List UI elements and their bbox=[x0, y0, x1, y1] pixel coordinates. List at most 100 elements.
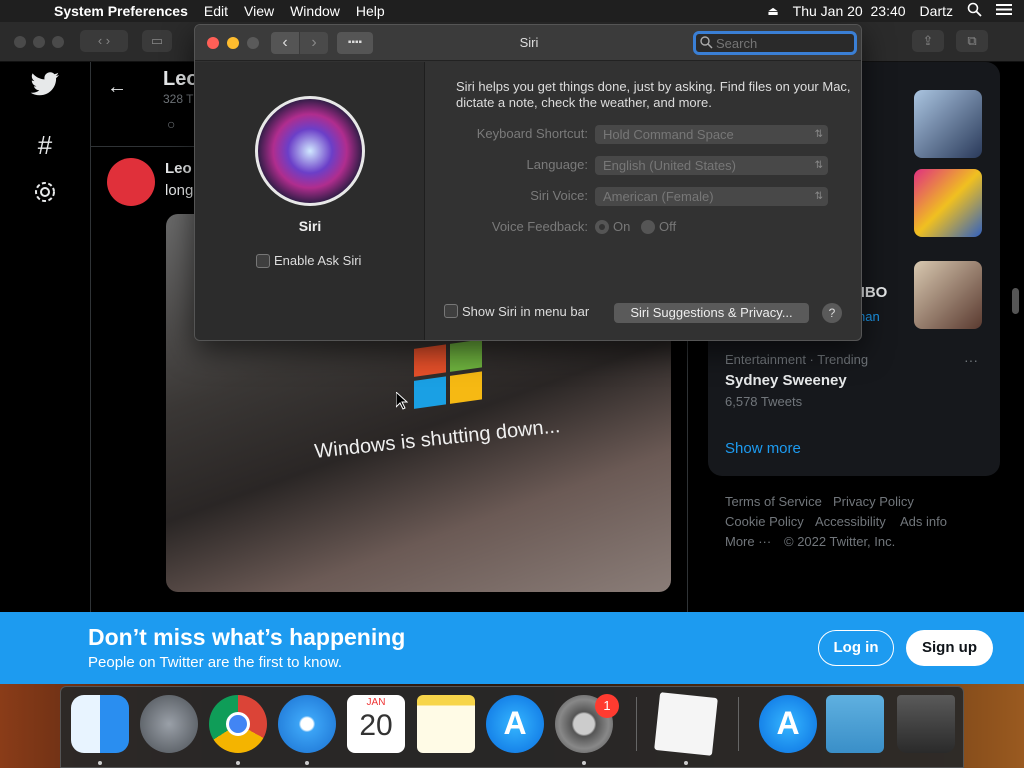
keyboard-shortcut-popup[interactable]: Hold Command Space ⇅ bbox=[595, 125, 828, 144]
dock: JAN 20 A 1 A bbox=[60, 686, 964, 768]
voice-feedback-on-radio[interactable] bbox=[595, 220, 609, 234]
control-center-icon[interactable] bbox=[996, 3, 1012, 19]
popup-chevron-icon: ⇅ bbox=[814, 129, 823, 140]
menu-datetime[interactable]: Thu Jan 20 23:40 bbox=[793, 3, 906, 19]
trend-thumbnail[interactable] bbox=[914, 169, 982, 237]
language-value: English (United States) bbox=[603, 158, 736, 173]
voice-feedback-label: Voice Feedback: bbox=[491, 219, 588, 234]
safari-icon[interactable] bbox=[278, 695, 336, 753]
footer-link[interactable]: Ads info bbox=[900, 514, 947, 529]
running-indicator bbox=[305, 761, 309, 765]
tweet-text: long bbox=[165, 182, 194, 199]
menu-edit[interactable]: Edit bbox=[196, 3, 236, 19]
trend-thumbnail[interactable] bbox=[914, 261, 982, 329]
siri-voice-label: Siri Voice: bbox=[530, 188, 588, 203]
language-popup[interactable]: English (United States) ⇅ bbox=[595, 156, 828, 175]
siri-description: Siri helps you get things done, just by … bbox=[456, 79, 851, 110]
siri-preferences-window: ‹ › ▪▪▪▪ Siri Siri Enable Ask Siri Siri … bbox=[194, 24, 862, 341]
siri-suggestions-privacy-button[interactable]: Siri Suggestions & Privacy... bbox=[614, 303, 809, 323]
popup-chevron-icon: ⇅ bbox=[814, 191, 823, 202]
avatar[interactable] bbox=[107, 158, 155, 206]
pane-title: Siri bbox=[298, 218, 322, 234]
running-indicator bbox=[582, 761, 586, 765]
textedit-icon[interactable] bbox=[654, 692, 718, 756]
notes-icon[interactable] bbox=[417, 695, 475, 753]
footer-link[interactable]: Accessibility bbox=[815, 514, 886, 529]
footer-link[interactable]: Cookie Policy bbox=[725, 514, 804, 529]
banner-subtitle: People on Twitter are the first to know. bbox=[88, 654, 343, 671]
footer-link[interactable]: Terms of Service bbox=[725, 494, 822, 509]
siri-orb-icon bbox=[255, 96, 365, 206]
launchpad-icon[interactable] bbox=[140, 695, 198, 753]
voice-feedback-on-label[interactable]: On bbox=[613, 219, 630, 234]
browser-close-icon[interactable] bbox=[14, 36, 26, 48]
sidebar-toggle-icon[interactable]: ▭ bbox=[142, 30, 172, 52]
banner-title: Don’t miss what’s happening bbox=[88, 624, 406, 650]
siri-voice-popup[interactable]: American (Female) ⇅ bbox=[595, 187, 828, 206]
trash-icon[interactable] bbox=[897, 695, 955, 753]
signup-button[interactable]: Sign up bbox=[906, 630, 993, 666]
back-arrow-icon[interactable]: ← bbox=[107, 76, 127, 99]
enable-ask-siri-checkbox[interactable] bbox=[256, 254, 270, 268]
help-button[interactable]: ? bbox=[822, 303, 842, 323]
dock-divider bbox=[738, 697, 739, 751]
search-icon bbox=[700, 36, 713, 54]
trend-name[interactable]: Sydney Sweeney bbox=[725, 372, 847, 389]
running-indicator bbox=[98, 761, 102, 765]
siri-voice-value: American (Female) bbox=[603, 189, 714, 204]
menu-app-name[interactable]: System Preferences bbox=[36, 3, 196, 19]
login-button[interactable]: Log in bbox=[818, 630, 894, 666]
search-input[interactable] bbox=[716, 34, 846, 52]
siri-sidebar: Siri Enable Ask Siri bbox=[195, 62, 425, 340]
explore-hashtag-icon[interactable]: # bbox=[28, 128, 62, 162]
browser-back-forward[interactable]: ‹ › bbox=[80, 30, 128, 52]
enable-ask-siri-label[interactable]: Enable Ask Siri bbox=[274, 253, 361, 268]
voice-feedback-off-label[interactable]: Off bbox=[659, 219, 676, 234]
running-indicator bbox=[236, 761, 240, 765]
search-box[interactable] bbox=[693, 31, 857, 55]
dock-divider bbox=[636, 697, 637, 751]
more-options-icon[interactable]: ··· bbox=[964, 352, 978, 368]
windows-logo-icon bbox=[414, 339, 484, 411]
tab-overview-icon[interactable]: ⧉ bbox=[956, 30, 988, 52]
eject-icon[interactable]: ⏏ bbox=[767, 4, 778, 18]
browser-minimize-icon[interactable] bbox=[33, 36, 45, 48]
settings-gear-icon[interactable] bbox=[28, 178, 62, 212]
browser-zoom-icon[interactable] bbox=[52, 36, 64, 48]
voice-feedback-off-radio[interactable] bbox=[641, 220, 655, 234]
footer-copyright: © 2022 Twitter, Inc. bbox=[784, 534, 896, 549]
profile-header-count: 328 T bbox=[163, 92, 194, 106]
app-store-icon[interactable]: A bbox=[486, 695, 544, 753]
show-siri-menubar-checkbox[interactable] bbox=[444, 304, 458, 318]
show-siri-menubar-label[interactable]: Show Siri in menu bar bbox=[462, 304, 589, 319]
chrome-icon[interactable] bbox=[209, 695, 267, 753]
window-titlebar: ‹ › ▪▪▪▪ Siri bbox=[195, 25, 861, 61]
trend-category: Entertainment · Trending bbox=[725, 352, 869, 367]
footer-link[interactable]: More ··· bbox=[725, 534, 771, 549]
trend-count: 6,578 Tweets bbox=[725, 394, 803, 409]
twitter-logo-icon[interactable] bbox=[28, 72, 62, 106]
spotlight-icon[interactable] bbox=[967, 2, 982, 20]
trend-thumbnail[interactable] bbox=[914, 90, 982, 158]
calendar-icon[interactable]: JAN 20 bbox=[347, 695, 405, 753]
login-banner: Don’t miss what’s happening People on Tw… bbox=[0, 612, 1024, 684]
photo-text: Windows is shutting down... bbox=[313, 415, 562, 463]
footer-link[interactable]: Privacy Policy bbox=[833, 494, 914, 509]
downloads-folder-icon[interactable] bbox=[826, 695, 884, 753]
show-more-link[interactable]: Show more bbox=[725, 440, 801, 457]
menu-window[interactable]: Window bbox=[282, 3, 348, 19]
reply-icon[interactable]: ○ bbox=[167, 116, 175, 132]
calendar-day: 20 bbox=[359, 709, 393, 742]
menu-help[interactable]: Help bbox=[348, 3, 393, 19]
scrollbar-thumb[interactable] bbox=[1012, 288, 1019, 314]
menu-view[interactable]: View bbox=[236, 3, 282, 19]
share-icon[interactable]: ⇪ bbox=[912, 30, 944, 52]
running-indicator bbox=[684, 761, 688, 765]
finder-icon[interactable] bbox=[71, 695, 129, 753]
menu-user[interactable]: Dartz bbox=[920, 3, 953, 19]
mouse-cursor-icon bbox=[395, 390, 409, 415]
keyboard-shortcut-value: Hold Command Space bbox=[603, 127, 734, 142]
tweet-author[interactable]: Leo bbox=[165, 160, 192, 177]
app-store-download-icon[interactable]: A bbox=[759, 695, 817, 753]
keyboard-shortcut-label: Keyboard Shortcut: bbox=[476, 126, 588, 141]
